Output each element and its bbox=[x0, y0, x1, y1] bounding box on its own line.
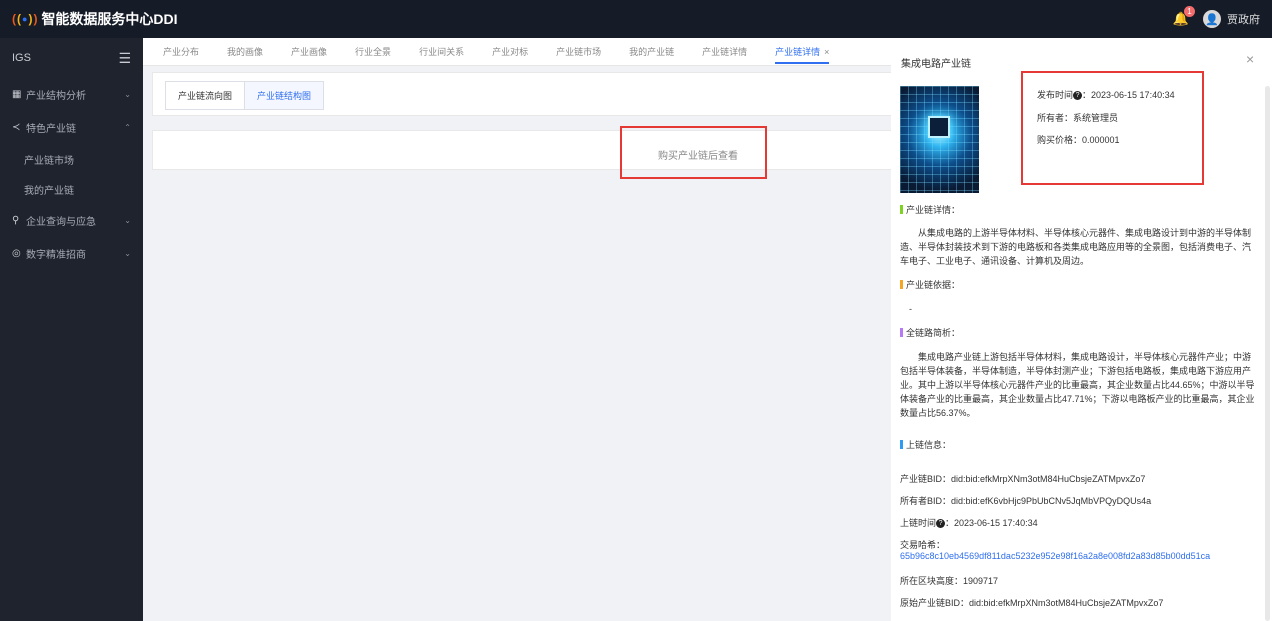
bell-icon[interactable]: 🔔 1 bbox=[1173, 6, 1195, 27]
section-analysis: 全链路简析： bbox=[900, 326, 960, 339]
avatar[interactable]: 👤 bbox=[1203, 10, 1221, 28]
close-icon[interactable]: × bbox=[1246, 51, 1254, 67]
sidebar-item-featured-chain[interactable]: ≺ 特色产业链 ⌃ bbox=[0, 111, 143, 144]
view-switch: 产业链流向图 产业链结构图 bbox=[165, 81, 325, 110]
grid-icon: ▦ bbox=[12, 89, 22, 100]
tab-chain-detail-active[interactable]: 产业链详情 × bbox=[775, 45, 830, 64]
tab-industry-benchmark[interactable]: 产业对标 bbox=[492, 45, 528, 58]
sidebar-item-my-chain[interactable]: 我的产业链 bbox=[0, 174, 143, 204]
sidebar-title: IGS bbox=[12, 52, 31, 64]
share-icon: ≺ bbox=[12, 122, 21, 133]
sidebar-item-label: 产业结构分析 bbox=[26, 91, 86, 102]
sidebar: IGS ☰ ▦ 产业结构分析 ⌄ ≺ 特色产业链 ⌃ 产业链市场 我的产业链 ⚲… bbox=[0, 38, 143, 621]
sidebar-item-label: 特色产业链 bbox=[26, 124, 76, 135]
tab-industry-panorama[interactable]: 行业全景 bbox=[355, 45, 391, 58]
target-icon: ◎ bbox=[12, 248, 21, 259]
tab-my-profile[interactable]: 我的画像 bbox=[227, 45, 263, 58]
user-area: 🔔 1 👤 贾政府 bbox=[1173, 6, 1260, 28]
block-height: 所在区块高度：1909717 bbox=[900, 576, 999, 586]
sidebar-item-chain-market[interactable]: 产业链市场 bbox=[0, 144, 143, 174]
signal-logo-icon: ((●)) bbox=[12, 12, 38, 26]
chain-detail-drawer: 集成电路产业链 × 发布时间? ：2023-06-15 17:40:34 所有者：… bbox=[891, 38, 1272, 621]
sidebar-header: IGS ☰ bbox=[0, 38, 143, 78]
sidebar-item-label: 企业查询与应急 bbox=[26, 217, 96, 228]
tab-industry-profile[interactable]: 产业画像 bbox=[291, 45, 327, 58]
basis-text: - bbox=[909, 304, 912, 314]
chain-bid: 产业链BID：did:bid:efkMrpXNm3otM84HuCbsjeZAT… bbox=[900, 474, 1146, 484]
owner-bid: 所有者BID：did:bid:efK6vbHjc9PbUbCNv5JqMbVPQ… bbox=[900, 496, 1152, 506]
analysis-text: 集成电路产业链上游包括半导体材料，集成电路设计，半导体核心元器件产业；中游包括半… bbox=[900, 352, 1255, 418]
help-icon[interactable]: ? bbox=[936, 519, 946, 529]
close-icon[interactable]: × bbox=[824, 47, 829, 57]
sidebar-item-industry-structure[interactable]: ▦ 产业结构分析 ⌄ bbox=[0, 78, 143, 111]
sidebar-item-enterprise-query[interactable]: ⚲ 企业查询与应急 ⌄ bbox=[0, 204, 143, 237]
tab-industry-distribution[interactable]: 产业分布 bbox=[163, 45, 199, 58]
view-switch-card: 产业链流向图 产业链结构图 bbox=[152, 72, 891, 116]
sidebar-item-digital-investment[interactable]: ◎ 数字精准招商 ⌄ bbox=[0, 237, 143, 270]
subtab-structure-chart[interactable]: 产业链结构图 bbox=[244, 82, 324, 109]
username[interactable]: 贾政府 bbox=[1227, 11, 1260, 27]
original-chain-bid: 原始产业链BID：did:bid:efkMrpXNm3otM84HuCbsjeZ… bbox=[900, 598, 1164, 608]
sidebar-item-label: 数字精准招商 bbox=[26, 250, 86, 261]
chain-cover-image bbox=[900, 86, 979, 193]
highlight-box bbox=[1021, 71, 1204, 185]
chain-time: 上链时间? ：2023-06-15 17:40:34 bbox=[900, 518, 1038, 529]
subtab-flow-chart[interactable]: 产业链流向图 bbox=[166, 82, 245, 109]
highlight-box bbox=[620, 126, 767, 179]
tab-label: 产业链详情 bbox=[775, 47, 821, 57]
tab-industry-relations[interactable]: 行业间关系 bbox=[419, 45, 464, 58]
chart-content-card: 购买产业链后查看 bbox=[152, 130, 891, 170]
tab-my-chain[interactable]: 我的产业链 bbox=[629, 45, 674, 58]
section-chain-info: 上链信息： bbox=[900, 438, 951, 451]
tx-hash-label: 交易哈希： bbox=[900, 540, 946, 550]
chevron-down-icon: ⌄ bbox=[124, 90, 131, 99]
chevron-down-icon: ⌄ bbox=[124, 216, 131, 225]
tab-chain-detail[interactable]: 产业链详情 bbox=[702, 45, 747, 58]
tx-hash-link[interactable]: 65b96c8c10eb4569df811dac5232e952e98f16a2… bbox=[900, 551, 1210, 561]
drawer-title: 集成电路产业链 bbox=[901, 59, 971, 70]
top-header: ((●)) 智能数据服务中心DDI 🔔 1 👤 贾政府 bbox=[0, 0, 1272, 38]
app-logo[interactable]: ((●)) 智能数据服务中心DDI bbox=[12, 9, 178, 29]
hamburger-icon[interactable]: ☰ bbox=[118, 50, 131, 67]
section-basis: 产业链依据： bbox=[900, 278, 960, 291]
scrollbar[interactable] bbox=[1265, 86, 1270, 621]
tab-chain-market[interactable]: 产业链市场 bbox=[556, 45, 601, 58]
search-icon: ⚲ bbox=[12, 215, 20, 226]
section-detail: 产业链详情： bbox=[900, 203, 960, 216]
app-title: 智能数据服务中心DDI bbox=[41, 11, 178, 27]
tab-bar: 产业分布 我的画像 产业画像 行业全景 行业间关系 产业对标 产业链市场 我的产… bbox=[143, 38, 891, 66]
chevron-down-icon: ⌄ bbox=[124, 249, 131, 258]
chevron-up-icon: ⌃ bbox=[124, 123, 131, 132]
detail-text: 从集成电路的上游半导体材料、半导体核心元器件、集成电路设计到中游的半导体制造、半… bbox=[900, 228, 1252, 266]
notification-badge: 1 bbox=[1184, 6, 1195, 17]
